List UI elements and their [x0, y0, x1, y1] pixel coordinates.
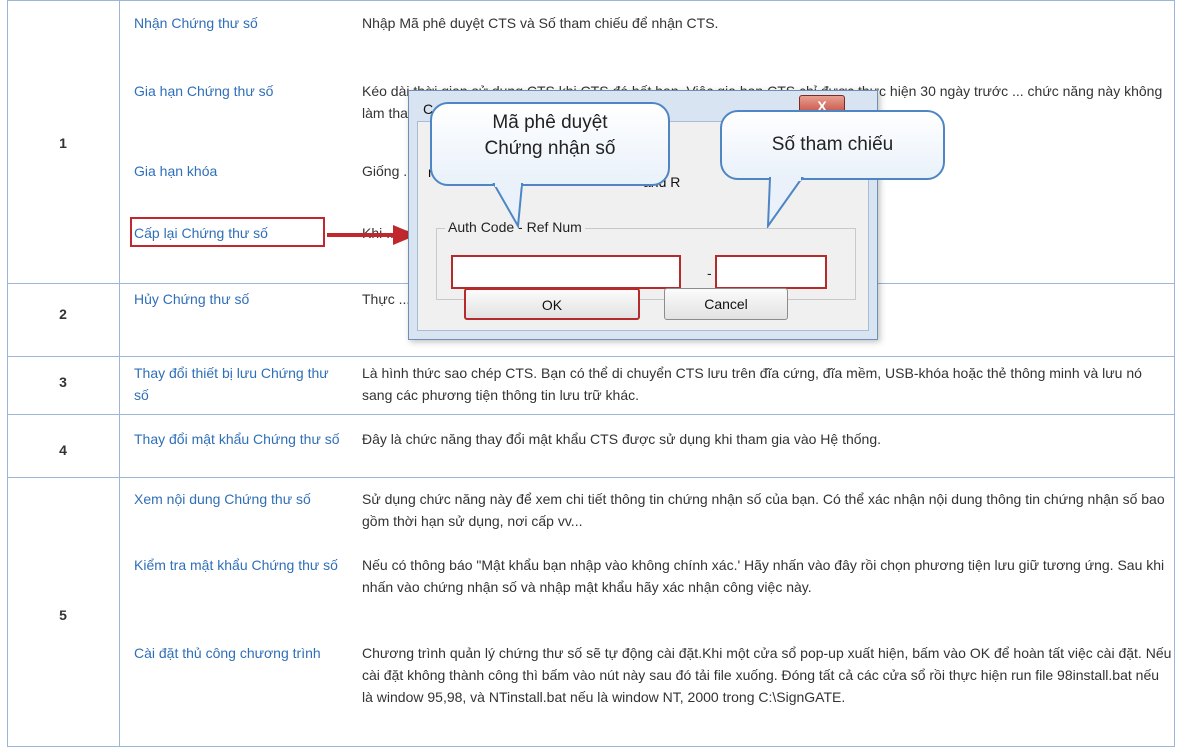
description: Đây là chức năng thay đổi mật khẩu CTS đ…: [362, 431, 882, 447]
callout-text: Mã phê duyệt Chứng nhận số: [484, 112, 616, 159]
row-divider: [7, 414, 1175, 415]
description: Sử dụng chức năng này để xem chi tiết th…: [362, 491, 1165, 529]
column-divider: [119, 0, 120, 747]
column-divider: [1174, 0, 1175, 747]
auth-code-input[interactable]: [451, 255, 681, 289]
ref-num-input[interactable]: [715, 255, 827, 289]
arrow-right-icon: [327, 225, 417, 245]
row-number: 1: [59, 135, 67, 151]
link-nhan-chung-thu-so[interactable]: Nhận Chứng thư số: [134, 12, 356, 34]
separator: -: [707, 265, 712, 281]
link-thay-doi-mat-khau[interactable]: Thay đổi mật khẩu Chứng thư số: [134, 428, 356, 450]
row-number: 5: [59, 607, 67, 623]
callout-auth-code: Mã phê duyệt Chứng nhận số: [430, 102, 670, 186]
row-number: 4: [59, 442, 67, 458]
link-huy-chung-thu-so[interactable]: Hủy Chứng thư số: [134, 288, 356, 310]
link-kiem-tra-mat-khau[interactable]: Kiểm tra mật khẩu Chứng thư số: [134, 554, 352, 576]
link-gia-han-khoa[interactable]: Gia hạn khóa: [134, 160, 356, 182]
row-number: 2: [59, 306, 67, 322]
row-divider: [7, 356, 1175, 357]
description: Nếu có thông báo "Mật khẩu bạn nhập vào …: [362, 557, 1165, 595]
row-number: 3: [59, 374, 67, 390]
link-gia-han-chung-thu-so[interactable]: Gia hạn Chứng thư số: [134, 80, 356, 102]
link-highlight-box: [130, 217, 325, 247]
link-thay-doi-thiet-bi-luu[interactable]: Thay đổi thiết bị lưu Chứng thư số: [134, 362, 334, 406]
cancel-button[interactable]: Cancel: [664, 288, 788, 320]
link-cai-dat-thu-cong[interactable]: Cài đặt thủ công chương trình: [134, 642, 344, 664]
callout-pointer: [766, 177, 804, 228]
row-divider: [7, 0, 1175, 1]
row-divider: [7, 477, 1175, 478]
description: Chương trình quản lý chứng thư số sẽ tự …: [362, 645, 1172, 705]
ok-button[interactable]: OK: [464, 288, 640, 320]
callout-ref-num: Số tham chiếu: [720, 110, 945, 180]
link-xem-noi-dung[interactable]: Xem nội dung Chứng thư số: [134, 488, 349, 510]
description: Là hình thức sao chép CTS. Bạn có thể di…: [362, 365, 1142, 403]
description: Nhập Mã phê duyệt CTS và Số tham chiếu đ…: [362, 15, 719, 31]
callout-pointer: [492, 183, 524, 228]
